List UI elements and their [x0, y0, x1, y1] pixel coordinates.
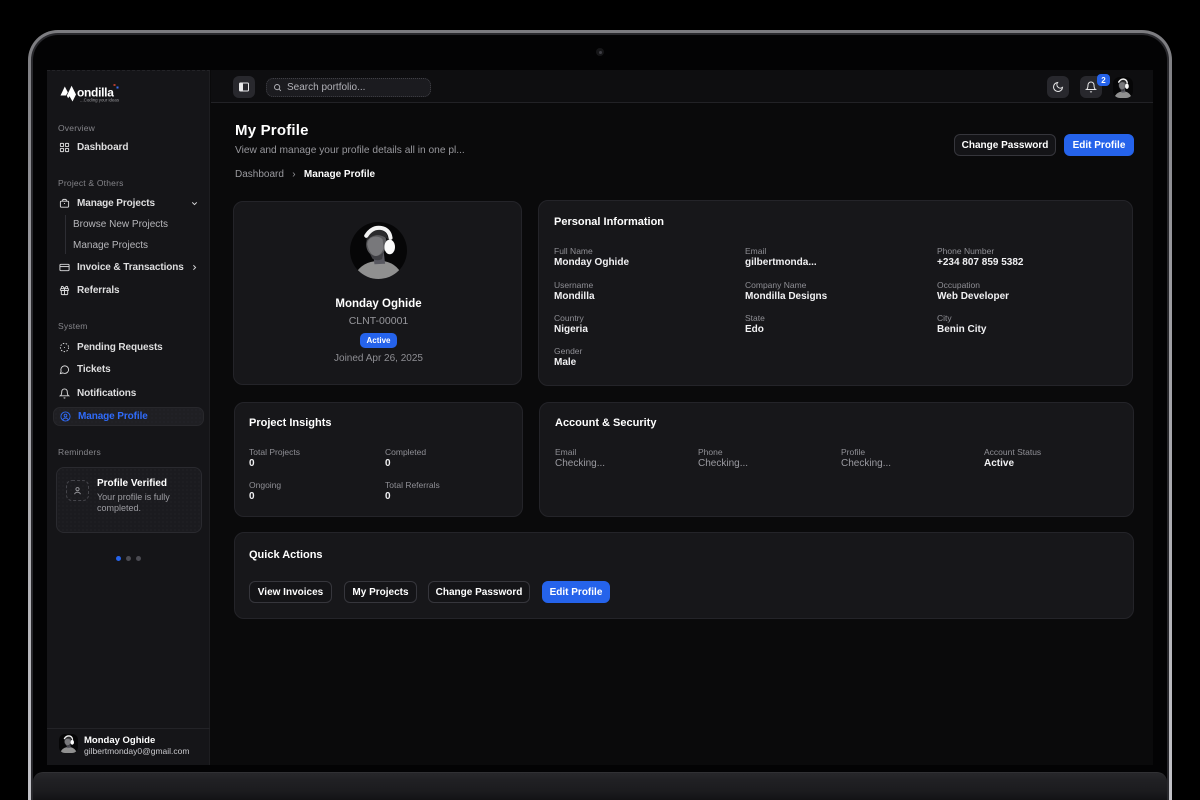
- svg-text:...Coding your ideas: ...Coding your ideas: [80, 98, 120, 103]
